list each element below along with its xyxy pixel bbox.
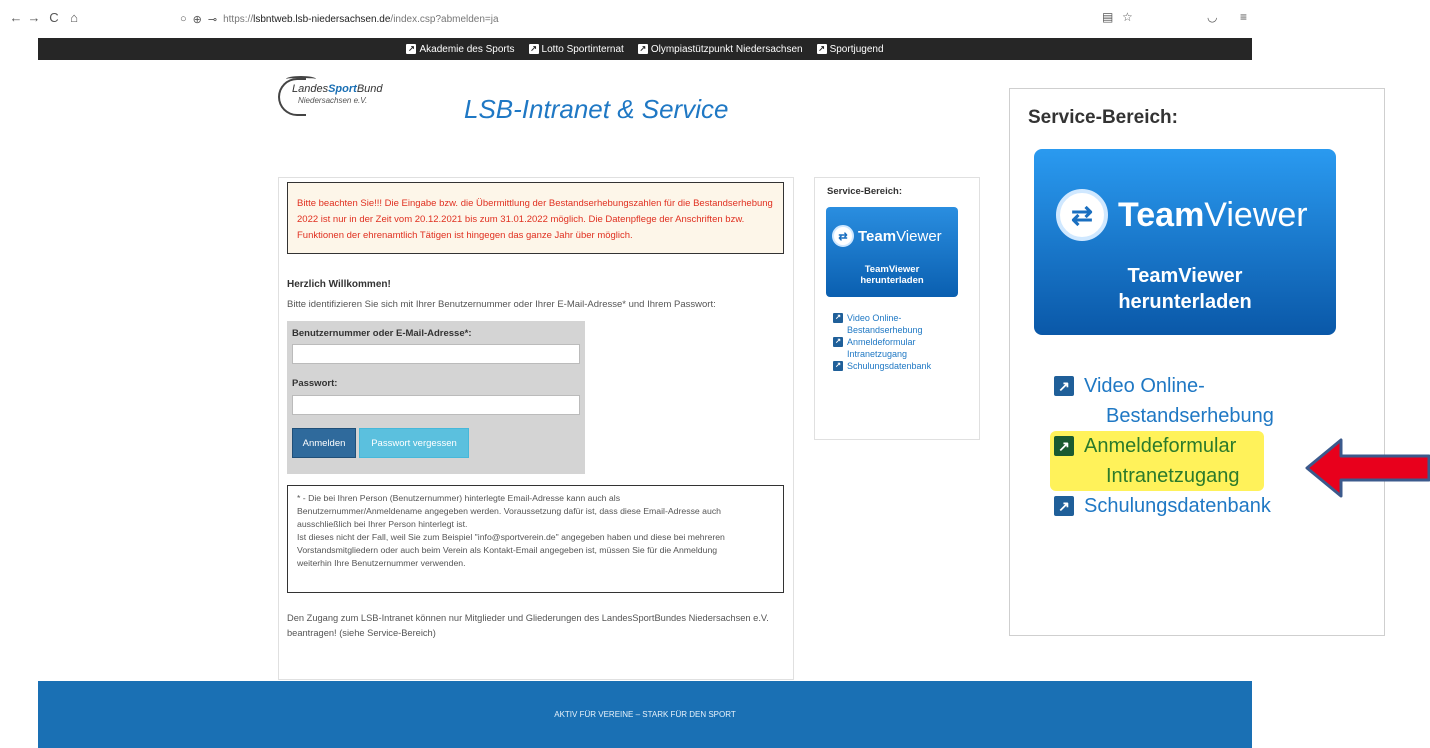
- external-link-icon: ↗: [406, 44, 417, 54]
- teamviewer-download-button[interactable]: ⇄ TeamViewer TeamViewer herunterladen: [826, 207, 958, 297]
- topnav-link-label: Sportjugend: [829, 43, 884, 55]
- welcome-text: Bitte identifizieren Sie sich mit Ihrer …: [287, 299, 716, 310]
- back-icon[interactable]: ←: [8, 10, 24, 25]
- logo-text: LandesSportBund: [292, 83, 383, 95]
- forward-icon[interactable]: →: [26, 10, 42, 25]
- footer-band: AKTIV FÜR VEREINE – STARK FÜR DEN SPORT: [38, 681, 1252, 748]
- external-link-icon: ↗: [816, 44, 827, 54]
- footnote-box: * - Die bei Ihren Person (Benutzernummer…: [287, 485, 784, 593]
- menu-icon[interactable]: ≡: [1240, 10, 1247, 24]
- key-icon: ⊸: [207, 13, 218, 26]
- external-link-icon: ↗: [528, 44, 539, 54]
- service-link-anmeldeformular[interactable]: ↗ Anmeldeformular Intranetzugang: [833, 336, 973, 360]
- lsb-logo[interactable]: LandesSportBund Niedersachsen e.V.: [278, 76, 398, 120]
- topnav-link-lotto[interactable]: ↗ Lotto Sportinternat: [528, 43, 624, 55]
- teamviewer-download-label: TeamViewer herunterladen: [1118, 265, 1252, 313]
- external-link-icon: ↗: [1054, 376, 1074, 396]
- footnote-line: Vorstandsmitgliedern oder auch beim Vere…: [297, 545, 718, 555]
- welcome-heading: Herzlich Willkommen!: [287, 279, 391, 290]
- teamviewer-icon: ⇄: [1056, 189, 1108, 241]
- teamviewer-wordmark: TeamViewer: [1118, 195, 1308, 234]
- service-heading: Service-Bereich:: [827, 186, 902, 197]
- notice-box: Bitte beachten Sie!!! Die Eingabe bzw. d…: [287, 182, 784, 254]
- top-navigation: ↗ Akademie des Sports ↗ Lotto Sportinterna…: [38, 38, 1252, 60]
- service-zoom-panel: Service-Bereich: ⇄ TeamViewer TeamViewer…: [1009, 88, 1385, 636]
- topnav-link-label: Akademie des Sports: [419, 43, 515, 55]
- external-link-icon: ↗: [833, 361, 843, 371]
- page-title: LSB-Intranet & Service: [464, 94, 729, 124]
- service-link-video-zoom[interactable]: ↗ Video Online- Bestandserhebung: [1054, 371, 1374, 431]
- password-input[interactable]: [292, 395, 580, 415]
- external-link-icon: ↗: [1054, 496, 1074, 516]
- service-zoom-heading: Service-Bereich:: [1028, 107, 1178, 128]
- url-path: /index.csp?abmelden=ja: [390, 13, 499, 25]
- external-link-icon: ↗: [1054, 436, 1074, 456]
- url-host: lsbntweb.lsb-niedersachsen.de: [253, 13, 391, 25]
- footnote-line: * - Die bei Ihren Person (Benutzernummer…: [297, 493, 621, 503]
- red-arrow-annotation: [1305, 438, 1430, 498]
- service-sidebar: Service-Bereich: ⇄ TeamViewer TeamViewer…: [814, 177, 980, 440]
- password-label: Passwort:: [292, 378, 338, 389]
- external-link-icon: ↗: [833, 313, 843, 323]
- url-bar[interactable]: ○ ⊕ ⊸ https://lsbntweb.lsb-niedersachsen…: [180, 9, 1180, 29]
- teamviewer-download-button-zoom[interactable]: ⇄ TeamViewer TeamViewer herunterladen: [1034, 149, 1336, 335]
- external-link-icon: ↗: [637, 44, 648, 54]
- logo-subtext: Niedersachsen e.V.: [298, 96, 368, 105]
- footnote-line: Benutzernummer/Anmeldename angegeben wer…: [297, 506, 721, 516]
- shield-icon: ○: [180, 13, 187, 25]
- teamviewer-download-label: TeamViewer herunterladen: [860, 264, 924, 286]
- topnav-link-olympia[interactable]: ↗ Olympiastützpunkt Niedersachsen: [637, 43, 803, 55]
- login-form: Benutzernummer oder E-Mail-Adresse*: Pas…: [287, 321, 585, 474]
- reload-icon[interactable]: C: [46, 10, 62, 25]
- teamviewer-icon: ⇄: [832, 225, 854, 247]
- home-icon[interactable]: ⌂: [66, 10, 82, 25]
- service-link-video[interactable]: ↗ Video Online- Bestandserhebung: [833, 312, 973, 336]
- bookmark-star-icon[interactable]: ☆: [1122, 10, 1133, 24]
- service-link-schulungsdatenbank[interactable]: ↗ Schulungsdatenbank: [833, 360, 973, 372]
- external-link-icon: ↗: [833, 337, 843, 347]
- topnav-link-label: Olympiastützpunkt Niedersachsen: [650, 43, 803, 55]
- pocket-icon[interactable]: ◡: [1207, 10, 1217, 24]
- teamviewer-wordmark: TeamViewer: [858, 227, 942, 245]
- footnote-line: weiterhin Ihre Benutzernummer verwenden.: [297, 558, 466, 568]
- logo-swoosh: [286, 76, 316, 82]
- topnav-link-label: Lotto Sportinternat: [541, 43, 624, 55]
- access-info-text: Den Zugang zum LSB-Intranet können nur M…: [287, 613, 769, 638]
- user-label: Benutzernummer oder E-Mail-Adresse*:: [292, 328, 472, 339]
- topnav-link-sportjugend[interactable]: ↗ Sportjugend: [816, 43, 884, 55]
- service-link-anmeldeformular-zoom[interactable]: ↗ Anmeldeformular Intranetzugang: [1050, 431, 1264, 491]
- arrow-shape: [1305, 438, 1430, 498]
- topnav-link-akademie[interactable]: ↗ Akademie des Sports: [406, 43, 515, 55]
- teamviewer-logo: ⇄ TeamViewer: [1056, 189, 1308, 241]
- browser-toolbar: ← → C ⌂ ○ ⊕ ⊸ https://lsbntweb.lsb-niede…: [0, 0, 1260, 38]
- teamviewer-logo: ⇄ TeamViewer: [832, 225, 942, 247]
- forgot-password-button[interactable]: Passwort vergessen: [359, 428, 469, 458]
- service-links: ↗ Video Online- Bestandserhebung ↗ Anmeld…: [833, 312, 973, 372]
- user-input[interactable]: [292, 344, 580, 364]
- url-prefix: https://: [223, 13, 254, 25]
- footnote-line: ausschließlich bei Ihrer Person hinterle…: [297, 519, 468, 529]
- login-button[interactable]: Anmelden: [292, 428, 356, 458]
- reader-view-icon[interactable]: ▤: [1102, 10, 1113, 24]
- footnote-line: Ist dieses nicht der Fall, weil Sie zum …: [297, 532, 725, 542]
- lock-icon: ⊕: [192, 13, 202, 26]
